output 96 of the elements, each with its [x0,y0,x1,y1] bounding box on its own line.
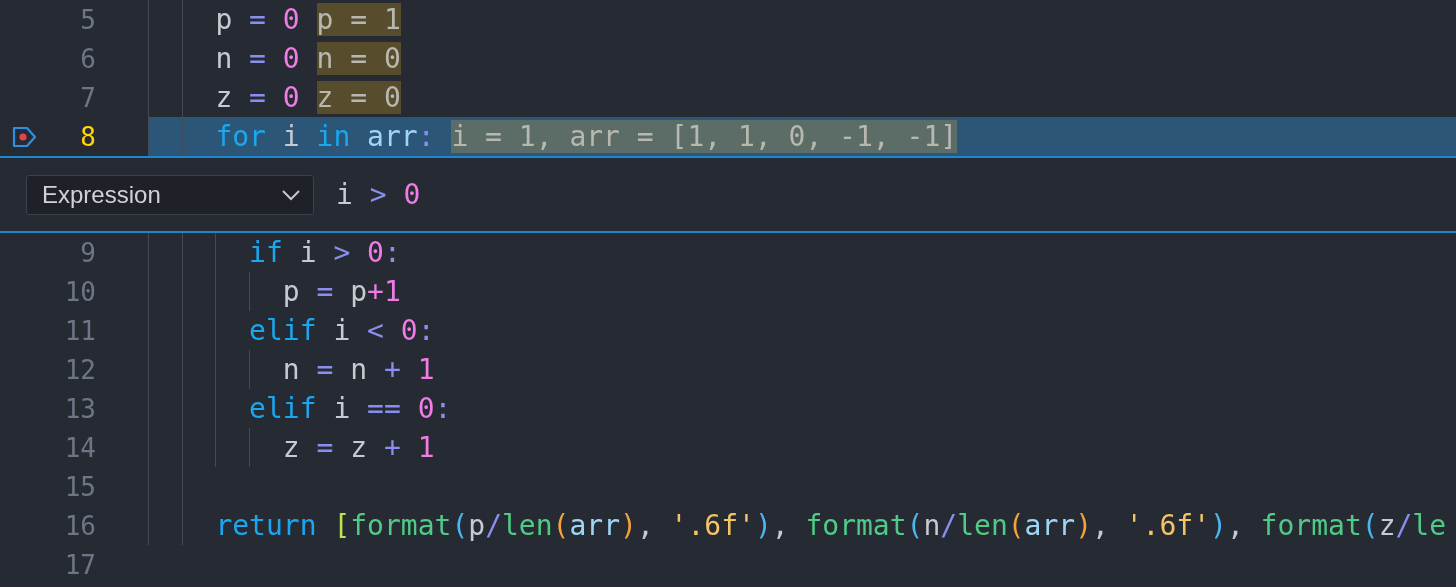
line-number: 11 [63,315,96,346]
code-token: = [316,275,334,308]
code-token: z [282,431,300,464]
code-token: < [367,314,384,347]
breakpoint-icon[interactable] [12,125,38,148]
code-token: ) [754,509,772,542]
code-token: = [316,353,334,386]
line-number: 10 [63,276,96,307]
code-token: ( [1007,509,1025,542]
code-token: if [249,236,283,269]
line-number: 9 [79,237,96,268]
chevron-down-icon [281,188,301,201]
code-token: p [215,3,233,36]
code-token: i [333,314,351,347]
code-token: / [485,509,502,542]
code-token: / [940,509,958,542]
code-token: arr [1024,509,1076,542]
code-token: p [468,509,486,542]
code-token: format [350,509,452,542]
code-token: + [367,275,384,308]
code-token: '.6f' [1125,509,1211,542]
code-token: > [333,236,351,269]
line-number: 12 [63,354,96,385]
code-token: : [383,236,401,269]
code-token: 0 [282,81,300,114]
inline-value: p = 1 [316,3,401,36]
inline-value: i = 1, arr = [1, 1, 0, -1, -1] [451,120,958,153]
code-token: , [636,509,654,542]
code-token: in [316,120,351,153]
code-token: arr [367,120,418,153]
code-token: n [215,42,233,75]
expression-field[interactable]: i > 0 [336,178,421,211]
code-token: 0 [400,314,418,347]
code-token: arr [569,509,620,542]
code-token: n [282,353,300,386]
code-token: = [249,42,266,75]
code-token: n [923,509,941,542]
code-token: p [282,275,300,308]
code-token: ) [1210,509,1227,542]
line-number: 15 [63,471,96,502]
code-token: len [957,509,1008,542]
inline-value: z = 0 [316,81,401,114]
code-token: 1 [383,275,401,308]
code-token: + [383,431,401,464]
line-number: 7 [79,82,96,113]
code-token: [ [333,509,351,542]
code-token: = [249,3,266,36]
code-token: return [215,509,317,542]
line-number: 17 [63,549,96,580]
code-token: z [350,431,368,464]
line-number: 14 [63,432,96,463]
condition-type-dropdown[interactable]: Expression [26,174,314,215]
code-token: format [805,509,907,542]
code-token: 0 [417,392,435,425]
code-token: le [1412,509,1447,542]
code-token: ( [451,509,469,542]
code-token: ( [906,509,924,542]
code-token: z [215,81,233,114]
code-token: , [1092,509,1109,542]
code-token: z [1378,509,1396,542]
line-number: 16 [63,510,96,541]
line-number: 6 [79,43,96,74]
code-token: i [333,392,351,425]
code-token: / [1395,509,1413,542]
code-token: , [771,509,789,542]
code-token: = [316,431,334,464]
code-token: 0 [282,3,300,36]
code-token: p [350,275,368,308]
code-token: == [367,392,401,425]
code-token: , [1226,509,1244,542]
code-token: ( [1361,509,1379,542]
code-token: + [383,353,401,386]
code-token: n [350,353,368,386]
code-token: elif [249,314,317,347]
code-token: format [1260,509,1362,542]
code-token: i [299,236,317,269]
code-token: elif [249,392,317,425]
code-token: ( [552,509,570,542]
code-token: : [434,392,452,425]
inline-value: n = 0 [316,42,401,75]
line-number: 8 [79,121,96,152]
line-number: 13 [63,393,96,424]
code-token: 1 [417,353,435,386]
code-token: ) [620,509,637,542]
code-token: for [215,120,266,153]
code-token: '.6f' [670,509,755,542]
code-token: ) [1075,509,1093,542]
line-number: 5 [79,4,96,35]
code-token: len [502,509,553,542]
code-token: 0 [282,42,300,75]
code-token: : [417,314,435,347]
code-token: 1 [417,431,435,464]
code-token: = [249,81,266,114]
code-token: i [282,120,300,153]
code-token: 0 [367,236,384,269]
code-token: : [417,120,435,153]
